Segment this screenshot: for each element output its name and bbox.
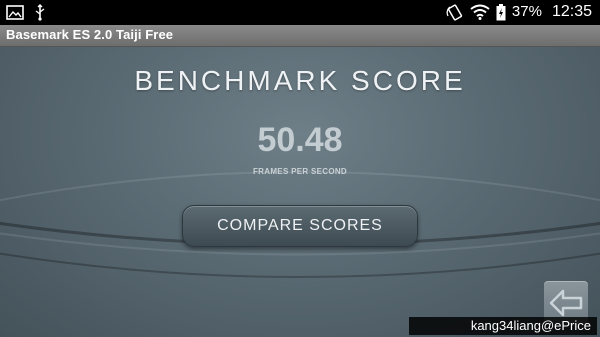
rotation-icon (446, 3, 464, 21)
app-title: Basemark ES 2.0 Taiji Free (6, 27, 174, 42)
app-title-bar: Basemark ES 2.0 Taiji Free (0, 25, 600, 47)
watermark: kang34liang@ePrice (409, 317, 597, 335)
image-icon (6, 5, 24, 20)
clock: 12:35 (551, 3, 592, 20)
battery-icon (496, 3, 506, 21)
wifi-icon (470, 4, 490, 20)
score-unit-label: FRAMES PER SECOND (253, 167, 347, 176)
compare-scores-button[interactable]: COMPARE SCORES (182, 205, 418, 247)
battery-percent: 37% (511, 3, 542, 20)
usb-icon (34, 4, 46, 21)
benchmark-result-panel: BENCHMARK SCORE 50.48 FRAMES PER SECOND … (0, 47, 600, 337)
status-bar: 37% 12:35 (0, 0, 600, 25)
status-bar-right: 37% 12:35 (446, 3, 592, 21)
status-bar-left (6, 4, 46, 21)
benchmark-score-heading: BENCHMARK SCORE (134, 65, 466, 96)
score-value: 50.48 (257, 121, 343, 159)
